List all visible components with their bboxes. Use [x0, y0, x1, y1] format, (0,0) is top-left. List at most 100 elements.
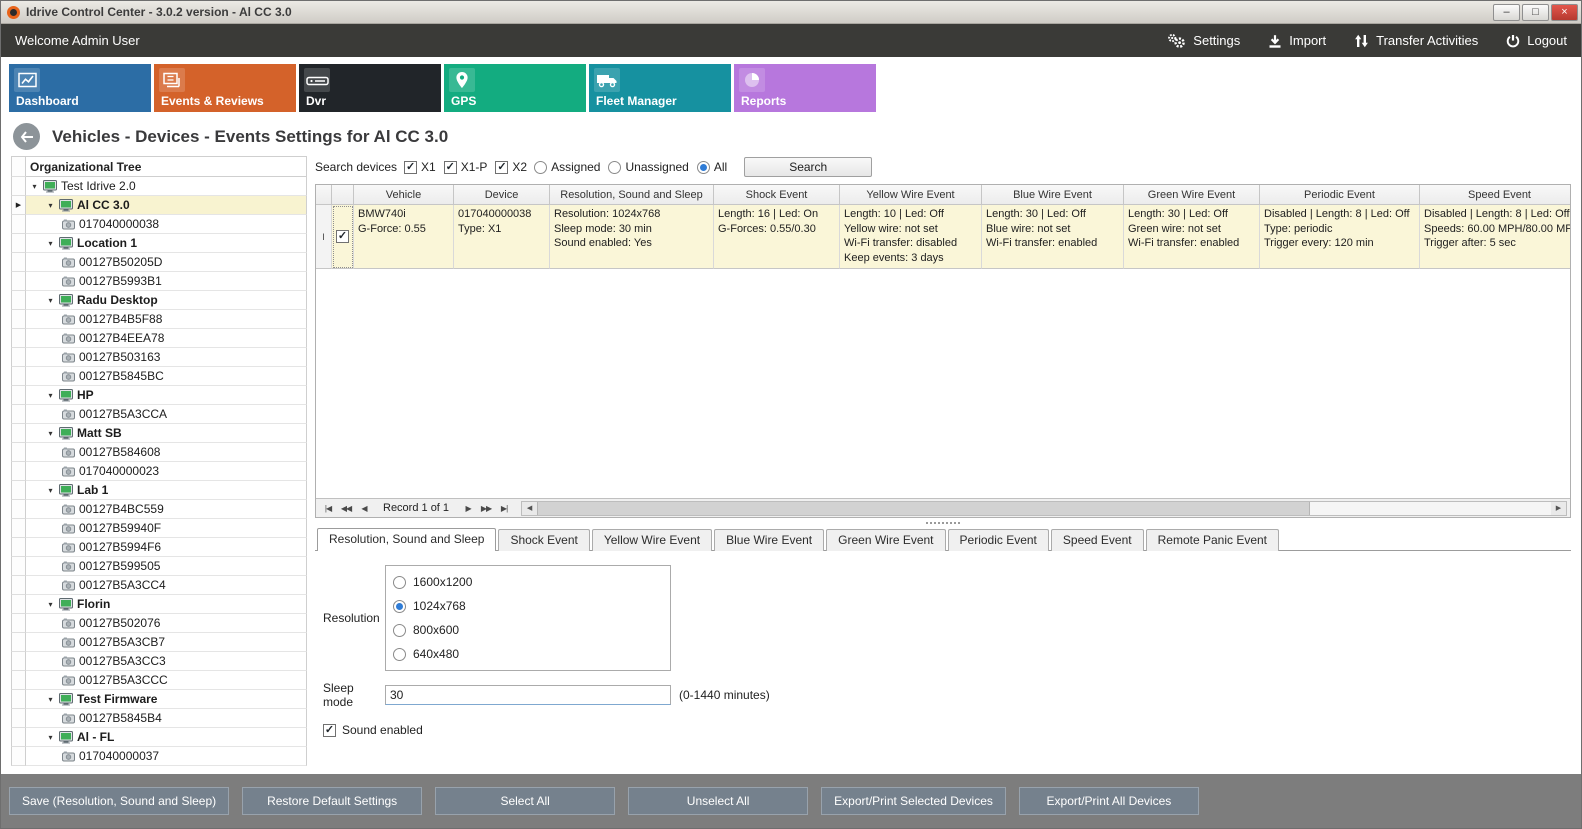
row-checkbox-cell[interactable]: ✓: [332, 205, 354, 269]
logout-button[interactable]: Logout: [1506, 33, 1567, 48]
column-header-shock-event[interactable]: Shock Event: [714, 185, 840, 205]
expand-collapse-icon[interactable]: ▾: [46, 429, 55, 438]
tree-item-00127b599505[interactable]: 00127B599505: [11, 557, 307, 576]
tree-item-radu-desktop[interactable]: ▾Radu Desktop: [11, 291, 307, 310]
expand-collapse-icon[interactable]: ▾: [46, 733, 55, 742]
tab-periodic-event[interactable]: Periodic Event: [948, 529, 1049, 551]
column-header-speed-event[interactable]: Speed Event: [1420, 185, 1571, 205]
resolution-option-800x600[interactable]: 800x600: [386, 618, 670, 642]
tree-item-00127b584608[interactable]: 00127B584608: [11, 443, 307, 462]
tree-item-00127b5a3ccc[interactable]: 00127B5A3CCC: [11, 671, 307, 690]
tree-item-017040000038[interactable]: 017040000038: [11, 215, 307, 234]
column-header-periodic-event[interactable]: Periodic Event: [1260, 185, 1420, 205]
transfer-activities-button[interactable]: Transfer Activities: [1354, 33, 1478, 48]
tab-yellow-wire-event[interactable]: Yellow Wire Event: [592, 529, 712, 551]
expand-collapse-icon[interactable]: ▾: [46, 239, 55, 248]
row-select-checkbox[interactable]: ✓: [336, 230, 349, 243]
column-header-yellow-wire-event[interactable]: Yellow Wire Event: [840, 185, 982, 205]
table-row[interactable]: I✓BMW740iG-Force: 0.55017040000038Type: …: [316, 205, 1570, 269]
tree-item-017040000023[interactable]: 017040000023: [11, 462, 307, 481]
settings-button[interactable]: Settings: [1167, 33, 1240, 49]
expand-collapse-icon[interactable]: ▾: [46, 486, 55, 495]
tree-item-lab-1[interactable]: ▾Lab 1: [11, 481, 307, 500]
filter-radio-assigned[interactable]: Assigned: [534, 160, 600, 174]
tab-blue-wire-event[interactable]: Blue Wire Event: [714, 529, 824, 551]
minimize-button[interactable]: –: [1493, 4, 1520, 21]
tab-remote-panic-event[interactable]: Remote Panic Event: [1146, 529, 1279, 551]
tree-item-00127b5845bc[interactable]: 00127B5845BC: [11, 367, 307, 386]
expand-collapse-icon[interactable]: ▾: [46, 600, 55, 609]
filter-radio-unassigned[interactable]: Unassigned: [608, 160, 688, 174]
resolution-option-1600x1200[interactable]: 1600x1200: [386, 570, 670, 594]
record-next-button[interactable]: ▶: [459, 501, 477, 516]
sound-enabled-checkbox[interactable]: ✓ Sound enabled: [323, 723, 1571, 737]
tab-speed-event[interactable]: Speed Event: [1051, 529, 1144, 551]
resolution-option-640x480[interactable]: 640x480: [386, 642, 670, 666]
import-button[interactable]: Import: [1268, 33, 1326, 48]
scroll-right-icon[interactable]: ▶: [1551, 502, 1566, 515]
record-next-page-button[interactable]: ▶▶: [477, 501, 495, 516]
filter-checkbox-x2[interactable]: ✓X2: [495, 160, 527, 174]
button-select-all[interactable]: Select All: [435, 787, 615, 815]
resolution-option-1024x768[interactable]: 1024x768: [386, 594, 670, 618]
tab-resolution-sound-and-sleep[interactable]: Resolution, Sound and Sleep: [317, 528, 496, 551]
expand-collapse-icon[interactable]: ▾: [46, 296, 55, 305]
tile-dashboard[interactable]: Dashboard: [9, 64, 151, 112]
expand-collapse-icon[interactable]: ▾: [46, 201, 55, 210]
expand-collapse-icon[interactable]: ▾: [46, 391, 55, 400]
close-button[interactable]: ×: [1551, 4, 1578, 21]
column-header-blue-wire-event[interactable]: Blue Wire Event: [982, 185, 1124, 205]
button-unselect-all[interactable]: Unselect All: [628, 787, 808, 815]
tree-item-00127b502076[interactable]: 00127B502076: [11, 614, 307, 633]
tree-item-00127b503163[interactable]: 00127B503163: [11, 348, 307, 367]
tab-shock-event[interactable]: Shock Event: [498, 529, 589, 551]
filter-checkbox-x1-p[interactable]: ✓X1-P: [444, 160, 488, 174]
splitter-handle[interactable]: [315, 518, 1571, 528]
tree-item-00127b5a3cc3[interactable]: 00127B5A3CC3: [11, 652, 307, 671]
tile-gps[interactable]: GPS: [444, 64, 586, 112]
tree-item-00127b5a3cb7[interactable]: 00127B5A3CB7: [11, 633, 307, 652]
scrollbar-thumb[interactable]: [537, 502, 1310, 515]
tree-item-00127b4b5f88[interactable]: 00127B4B5F88: [11, 310, 307, 329]
button-restore-default-settings[interactable]: Restore Default Settings: [242, 787, 422, 815]
tree-item-matt-sb[interactable]: ▾Matt SB: [11, 424, 307, 443]
tab-green-wire-event[interactable]: Green Wire Event: [826, 529, 945, 551]
maximize-button[interactable]: □: [1522, 4, 1549, 21]
tree-item-00127b5a3cc4[interactable]: 00127B5A3CC4: [11, 576, 307, 595]
tree-item-017040000037[interactable]: 017040000037: [11, 747, 307, 766]
search-button[interactable]: Search: [744, 157, 872, 177]
record-prev-page-button[interactable]: ◀◀: [337, 501, 355, 516]
tree-item-00127b5993b1[interactable]: 00127B5993B1: [11, 272, 307, 291]
tile-fleet-manager[interactable]: Fleet Manager: [589, 64, 731, 112]
tree-item-00127b4bc559[interactable]: 00127B4BC559: [11, 500, 307, 519]
filter-radio-all[interactable]: All: [697, 160, 727, 174]
record-prev-button[interactable]: ◀: [355, 501, 373, 516]
tile-events-reviews[interactable]: Events & Reviews: [154, 64, 296, 112]
tree-item-00127b50205d[interactable]: 00127B50205D: [11, 253, 307, 272]
tree-item-al-fl[interactable]: ▾Al - FL: [11, 728, 307, 747]
button-save-resolution-sound-and-sleep[interactable]: Save (Resolution, Sound and Sleep): [9, 787, 229, 815]
back-button[interactable]: [13, 123, 40, 150]
tree-item-hp[interactable]: ▾HP: [11, 386, 307, 405]
tree-item-location-1[interactable]: ▾Location 1: [11, 234, 307, 253]
horizontal-scrollbar[interactable]: ◀ ▶: [521, 501, 1567, 516]
column-header-resolution-sound-and-sleep[interactable]: Resolution, Sound and Sleep: [550, 185, 714, 205]
tree-item-al-cc-3-0[interactable]: ▶▾Al CC 3.0: [11, 196, 307, 215]
column-header-green-wire-event[interactable]: Green Wire Event: [1124, 185, 1260, 205]
column-header-device[interactable]: Device: [454, 185, 550, 205]
column-header-vehicle[interactable]: Vehicle: [354, 185, 454, 205]
tile-dvr[interactable]: Dvr: [299, 64, 441, 112]
scrollbar-track[interactable]: [1310, 502, 1551, 515]
button-export-print-all-devices[interactable]: Export/Print All Devices: [1019, 787, 1199, 815]
scroll-left-icon[interactable]: ◀: [522, 502, 537, 515]
tree-item-00127b4eea78[interactable]: 00127B4EEA78: [11, 329, 307, 348]
tile-reports[interactable]: Reports: [734, 64, 876, 112]
record-last-button[interactable]: ▶|: [495, 501, 513, 516]
tree-item-00127b59940f[interactable]: 00127B59940F: [11, 519, 307, 538]
tree-item-00127b5845b4[interactable]: 00127B5845B4: [11, 709, 307, 728]
record-first-button[interactable]: |◀: [319, 501, 337, 516]
filter-checkbox-x1[interactable]: ✓X1: [404, 160, 436, 174]
tree-item-florin[interactable]: ▾Florin: [11, 595, 307, 614]
tree-item-test-firmware[interactable]: ▾Test Firmware: [11, 690, 307, 709]
expand-collapse-icon[interactable]: ▾: [46, 695, 55, 704]
